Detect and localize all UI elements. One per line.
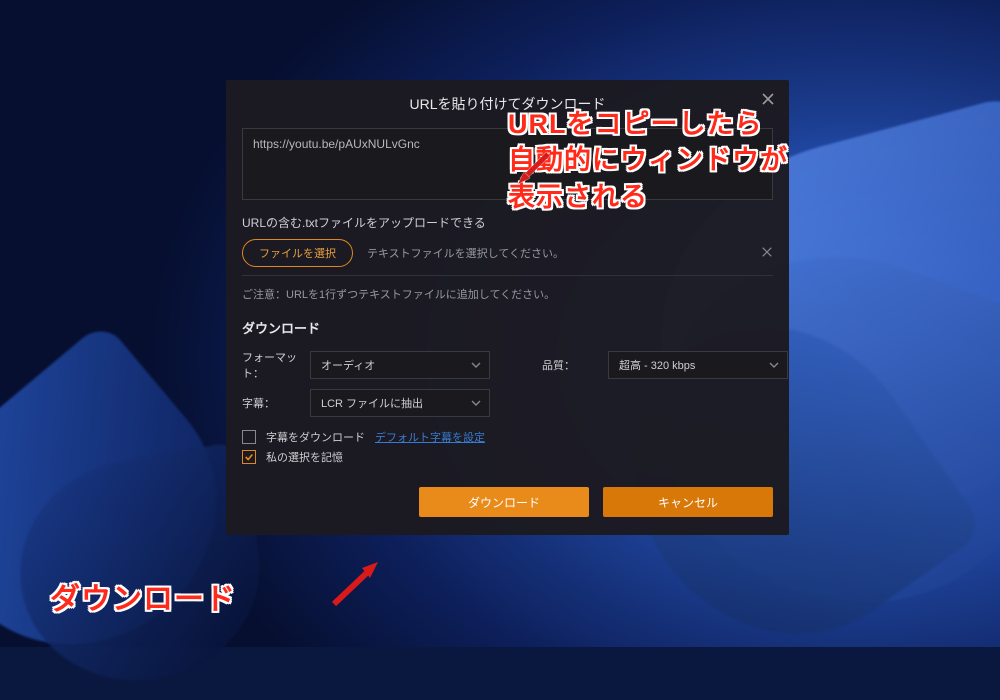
subtitle-label: 字幕： bbox=[242, 395, 304, 411]
quality-label: 品質： bbox=[542, 357, 602, 373]
download-subtitle-checkbox[interactable] bbox=[242, 430, 256, 444]
url-input[interactable]: https://youtu.be/pAUxNULvGnc bbox=[242, 128, 773, 200]
default-subtitle-link[interactable]: デフォルト字幕を設定 bbox=[375, 429, 485, 445]
subtitle-select[interactable]: LCR ファイルに抽出 bbox=[310, 389, 490, 417]
download-subtitle-label: 字幕をダウンロード bbox=[266, 429, 365, 445]
format-label: フォーマット： bbox=[242, 349, 304, 381]
download-options-row: フォーマット： オーディオ 品質： 超高 - 320 kbps bbox=[242, 349, 773, 381]
dialog-title-text: URLを貼り付けてダウンロード bbox=[409, 96, 605, 112]
divider bbox=[242, 275, 773, 276]
close-icon[interactable] bbox=[761, 92, 775, 106]
quality-value: 超高 - 320 kbps bbox=[619, 357, 695, 373]
download-heading: ダウンロード bbox=[242, 318, 773, 337]
url-value: https://youtu.be/pAUxNULvGnc bbox=[253, 137, 420, 151]
subtitle-value: LCR ファイルに抽出 bbox=[321, 395, 423, 411]
chevron-down-icon bbox=[471, 397, 481, 409]
file-select-button[interactable]: ファイルを選択 bbox=[242, 239, 353, 267]
clear-file-icon[interactable] bbox=[761, 245, 773, 261]
format-select[interactable]: オーディオ bbox=[310, 351, 490, 379]
format-value: オーディオ bbox=[321, 357, 375, 373]
chevron-down-icon bbox=[471, 359, 481, 371]
download-button[interactable]: ダウンロード bbox=[419, 487, 589, 517]
upload-section-label: URLの含む.txtファイルをアップロードできる bbox=[242, 214, 773, 231]
dialog-title: URLを貼り付けてダウンロード bbox=[226, 80, 789, 124]
remember-row: 私の選択を記憶 bbox=[242, 449, 773, 465]
subtitle-options-row: 字幕： LCR ファイルに抽出 bbox=[242, 389, 773, 417]
download-url-dialog: URLを貼り付けてダウンロード https://youtu.be/pAUxNUL… bbox=[226, 80, 789, 535]
quality-select[interactable]: 超高 - 320 kbps bbox=[608, 351, 788, 379]
dialog-footer: ダウンロード キャンセル bbox=[242, 487, 773, 517]
file-select-hint: テキストファイルを選択してください。 bbox=[367, 245, 747, 261]
upload-note: ご注意：URLを1行ずつテキストファイルに追加してください。 bbox=[242, 286, 773, 302]
chevron-down-icon bbox=[769, 359, 779, 371]
remember-checkbox[interactable] bbox=[242, 450, 256, 464]
cancel-button[interactable]: キャンセル bbox=[603, 487, 773, 517]
download-subtitle-row: 字幕をダウンロード デフォルト字幕を設定 bbox=[242, 429, 773, 445]
remember-label: 私の選択を記憶 bbox=[266, 449, 343, 465]
file-upload-row: ファイルを選択 テキストファイルを選択してください。 bbox=[242, 239, 773, 267]
